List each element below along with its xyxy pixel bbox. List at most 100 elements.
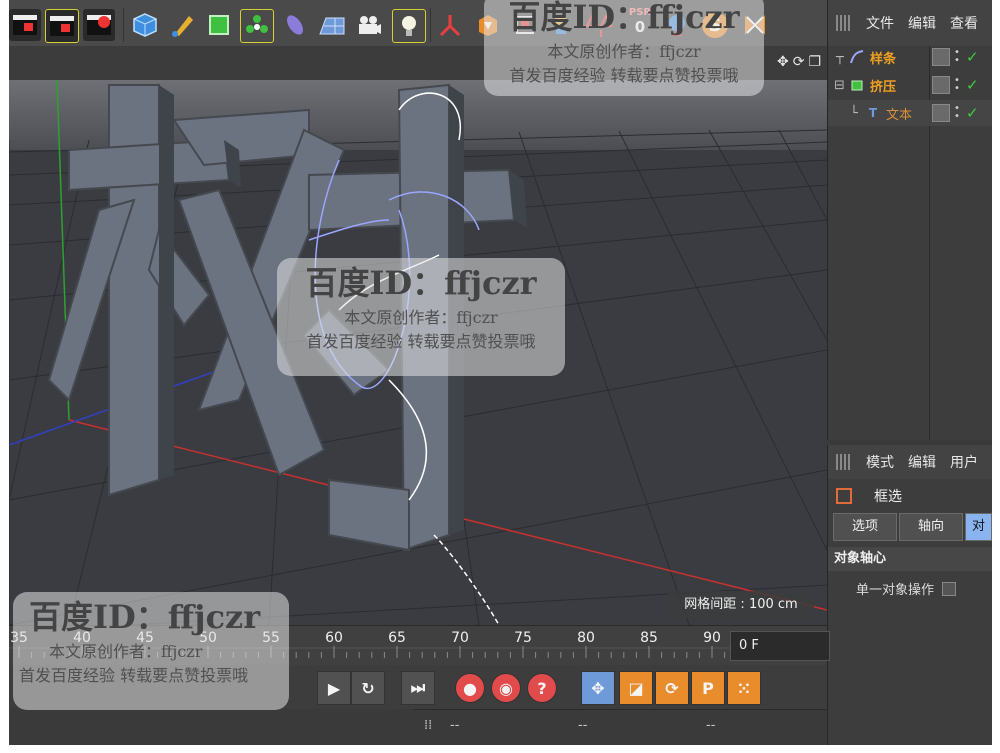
floor-icon[interactable] xyxy=(316,9,348,41)
editor-visibility-dots[interactable]: • • xyxy=(954,76,960,94)
psr-icon[interactable]: PSR 0 xyxy=(623,7,657,36)
clapper-settings-icon[interactable] xyxy=(83,9,115,41)
record-key-icon[interactable]: ● xyxy=(455,673,485,703)
object-manager: 文件 编辑 查看 ┬ 样条 • • ✓ ⊟ 挤压 • • ✓ └ T 文本 • … xyxy=(827,0,992,440)
pen-icon[interactable] xyxy=(166,9,198,41)
object-name[interactable]: 挤压 xyxy=(870,76,896,95)
editor-visibility-dots[interactable]: • • xyxy=(954,104,960,122)
tick-label: 90 xyxy=(703,630,721,646)
timeline-ruler[interactable]: 35 40 45 50 55 60 65 70 75 80 85 90 xyxy=(9,625,827,666)
autokey-icon[interactable]: ◉ xyxy=(491,673,521,703)
tick-label: 60 xyxy=(325,630,343,646)
layer-box[interactable] xyxy=(932,48,950,66)
axis-icon[interactable] xyxy=(434,9,466,41)
collapse-icon[interactable]: ⊟ xyxy=(834,78,845,93)
clapper-render-icon[interactable] xyxy=(45,9,79,43)
object-name[interactable]: 文本 xyxy=(886,104,912,123)
attribute-manager-menu: 模式 编辑 用户 xyxy=(828,445,992,479)
menu-user[interactable]: 用户 xyxy=(950,452,978,472)
object-row-spline[interactable]: ┬ 样条 • • ✓ xyxy=(828,44,992,70)
tick-label: 85 xyxy=(640,630,658,646)
menu-edit[interactable]: 编辑 xyxy=(908,13,936,33)
grid-spacing-label: 网格间距 : 100 cm xyxy=(668,591,814,619)
viewport-header: ✥ ⟳ ❐ xyxy=(9,46,827,80)
sphere-icon[interactable] xyxy=(661,9,693,41)
snap-icon[interactable] xyxy=(509,9,541,41)
attribute-manager: 模式 编辑 用户 框选 选项 轴向 对 对象轴心 单一对象操作 xyxy=(827,445,992,745)
editor-visibility-dots[interactable]: • • xyxy=(954,48,960,66)
rotate-view-icon[interactable]: ⟳ xyxy=(793,54,805,70)
rotate-key-icon[interactable]: ⟳ xyxy=(655,671,689,705)
maximize-view-icon[interactable]: ❐ xyxy=(808,54,821,70)
3d-viewport[interactable] xyxy=(9,80,827,625)
status-field: -- xyxy=(706,718,716,733)
tick-label: 80 xyxy=(577,630,595,646)
layer-box[interactable] xyxy=(932,104,950,122)
light-icon[interactable] xyxy=(392,9,426,43)
psr-label: PSR xyxy=(628,7,652,18)
status-field: -- xyxy=(450,718,460,733)
goto-end-icon[interactable]: ⏭ xyxy=(401,671,435,705)
extrude-icon xyxy=(850,78,864,92)
move-view-icon[interactable]: ✥ xyxy=(777,54,789,70)
warning-icon[interactable] xyxy=(585,9,617,41)
move-key-icon[interactable]: ✥ xyxy=(581,671,615,705)
tick-label: 50 xyxy=(199,630,217,646)
viewport-scene xyxy=(9,80,827,625)
section-title: 对象轴心 xyxy=(828,547,992,571)
tag-icon[interactable] xyxy=(472,9,504,41)
keyframe-selection-icon[interactable]: ? xyxy=(527,673,557,703)
scale-key-icon[interactable]: ◪ xyxy=(619,671,653,705)
main-toolbar: PSR 0 S xyxy=(9,0,827,47)
s-icon[interactable]: S xyxy=(699,9,731,41)
deformer-icon[interactable] xyxy=(279,9,311,41)
point-level-icon[interactable]: ⁙ xyxy=(727,671,761,705)
object-name[interactable]: 样条 xyxy=(870,48,896,67)
tick-label: 45 xyxy=(136,630,154,646)
menu-file[interactable]: 文件 xyxy=(866,13,894,33)
loop-icon[interactable]: ↻ xyxy=(351,671,385,705)
object-manager-menu: 文件 编辑 查看 xyxy=(828,0,992,46)
close-icon[interactable] xyxy=(739,9,771,41)
subdivision-icon[interactable] xyxy=(203,9,235,41)
clapper-icon[interactable] xyxy=(9,9,41,41)
attribute-tabs: 选项 轴向 对 xyxy=(828,513,992,541)
selection-tool-row: 框选 xyxy=(828,479,992,513)
selection-tool-label: 框选 xyxy=(874,489,902,505)
parameter-key-icon[interactable]: P xyxy=(691,671,725,705)
cube-icon[interactable] xyxy=(129,9,161,41)
tick-label: 75 xyxy=(514,630,532,646)
tab-object[interactable]: 对 xyxy=(965,513,992,541)
current-frame-field[interactable]: 0 F xyxy=(730,631,830,661)
menu-edit[interactable]: 编辑 xyxy=(908,452,936,472)
coordinate-icon[interactable] xyxy=(545,9,577,41)
object-row-text[interactable]: └ T 文本 • • ✓ xyxy=(828,100,992,126)
layer-box[interactable] xyxy=(932,76,950,94)
camera-icon[interactable] xyxy=(353,9,385,41)
array-icon[interactable] xyxy=(240,9,274,43)
enabled-check-icon[interactable]: ✓ xyxy=(966,76,979,94)
box-select-icon xyxy=(836,488,852,504)
tab-axis[interactable]: 轴向 xyxy=(899,513,964,541)
menu-mode[interactable]: 模式 xyxy=(866,452,894,472)
status-field: -- xyxy=(578,718,588,733)
grip-icon: ⁞⁞ xyxy=(424,718,433,733)
enabled-check-icon[interactable]: ✓ xyxy=(966,48,979,66)
spline-icon xyxy=(850,50,864,64)
grip-icon[interactable] xyxy=(836,454,852,470)
transport-bar: ▶ ↻ ⏭ ● ◉ ? ✥ ◪ ⟳ P ⁙ xyxy=(9,665,827,709)
tick-label: 55 xyxy=(262,630,280,646)
tab-options[interactable]: 选项 xyxy=(833,513,898,541)
play-forward-icon[interactable]: ▶ xyxy=(317,671,351,705)
tick-label: 70 xyxy=(451,630,469,646)
object-row-extrude[interactable]: ⊟ 挤压 • • ✓ xyxy=(828,72,992,98)
tick-label: 35 xyxy=(10,630,28,646)
cinema4d-window: PSR 0 S ✥ ⟳ ❐ 网格间距: 100 cm 文件 编辑 查看 ┬ 样… xyxy=(9,0,992,745)
grip-icon[interactable] xyxy=(836,15,852,31)
svg-text:S: S xyxy=(709,15,722,36)
tick-label: 40 xyxy=(73,630,91,646)
psr-value: 0 xyxy=(634,18,646,36)
menu-view[interactable]: 查看 xyxy=(950,13,978,33)
enabled-check-icon[interactable]: ✓ xyxy=(966,104,979,122)
single-object-checkbox[interactable] xyxy=(942,581,957,596)
